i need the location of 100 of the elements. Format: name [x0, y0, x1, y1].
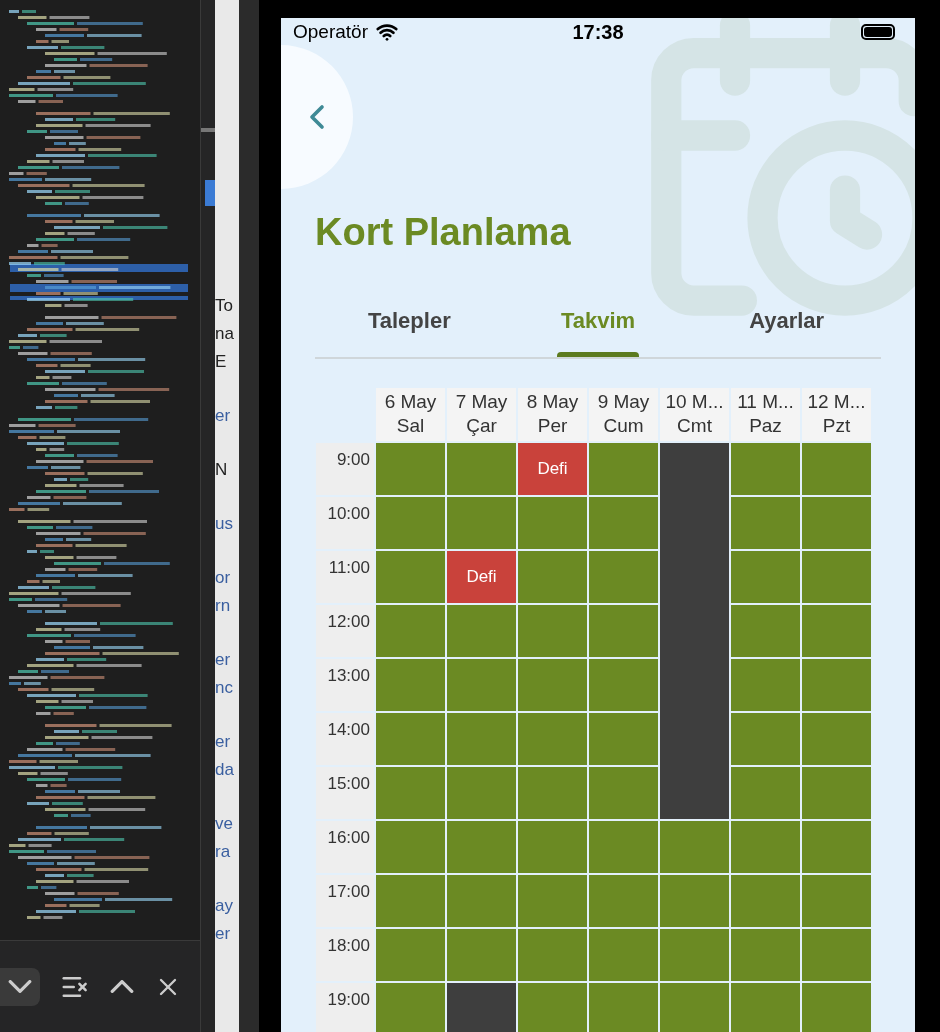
available-slot[interactable] [731, 982, 800, 1032]
available-slot[interactable] [518, 874, 587, 927]
page-text: or [215, 567, 232, 589]
available-slot[interactable] [589, 658, 658, 711]
available-slot[interactable] [660, 982, 729, 1032]
day-date: 11 M... [737, 390, 794, 414]
chevron-up-button[interactable] [110, 980, 134, 993]
available-slot[interactable] [802, 442, 871, 495]
time-label: 15:00 [316, 766, 374, 819]
available-slot[interactable] [589, 928, 658, 981]
available-slot[interactable] [447, 442, 516, 495]
booked-slot[interactable]: Defi [447, 550, 516, 603]
available-slot[interactable] [518, 712, 587, 765]
available-slot[interactable] [518, 550, 587, 603]
day-header[interactable]: 12 M... Pzt [802, 387, 871, 441]
available-slot[interactable] [376, 550, 445, 603]
available-slot[interactable] [731, 658, 800, 711]
available-slot[interactable] [589, 550, 658, 603]
page-text: da [215, 759, 235, 781]
carrier-name: Operatör [293, 20, 368, 44]
day-date: 8 May [526, 390, 579, 414]
available-slot[interactable] [802, 496, 871, 549]
available-slot[interactable] [802, 928, 871, 981]
available-slot[interactable] [376, 442, 445, 495]
available-slot[interactable] [802, 874, 871, 927]
available-slot[interactable] [447, 820, 516, 873]
available-slot[interactable] [660, 874, 729, 927]
available-slot[interactable] [589, 442, 658, 495]
available-slot[interactable] [731, 874, 800, 927]
available-slot[interactable] [589, 766, 658, 819]
available-slot[interactable] [518, 658, 587, 711]
available-slot[interactable] [376, 658, 445, 711]
available-slot[interactable] [376, 604, 445, 657]
page-text: ay [215, 895, 234, 917]
available-slot[interactable] [802, 712, 871, 765]
day-header[interactable]: 8 May Per [518, 387, 587, 441]
available-slot[interactable] [589, 820, 658, 873]
day-weekday: Sal [396, 414, 425, 438]
available-slot[interactable] [589, 712, 658, 765]
available-slot[interactable] [447, 604, 516, 657]
available-slot[interactable] [802, 604, 871, 657]
available-slot[interactable] [518, 766, 587, 819]
available-slot[interactable] [376, 766, 445, 819]
available-slot[interactable] [802, 820, 871, 873]
available-slot[interactable] [376, 712, 445, 765]
available-slot[interactable] [589, 982, 658, 1032]
time-label: 18:00 [316, 928, 374, 981]
available-slot[interactable] [731, 604, 800, 657]
available-slot[interactable] [731, 766, 800, 819]
available-slot[interactable] [589, 496, 658, 549]
available-slot[interactable] [447, 712, 516, 765]
available-slot[interactable] [731, 496, 800, 549]
available-slot[interactable] [802, 766, 871, 819]
available-slot[interactable] [731, 712, 800, 765]
available-slot[interactable] [518, 496, 587, 549]
available-slot[interactable] [447, 658, 516, 711]
day-date: 10 M... [665, 390, 724, 414]
day-header[interactable]: 7 May Çar [447, 387, 516, 441]
page-text: er [215, 731, 232, 753]
available-slot[interactable] [731, 820, 800, 873]
day-header[interactable]: 10 M... Cmt [660, 387, 729, 441]
day-header[interactable]: 6 May Sal [376, 387, 445, 441]
available-slot[interactable] [447, 874, 516, 927]
page-text: er [215, 649, 232, 671]
available-slot[interactable] [518, 820, 587, 873]
available-slot[interactable] [376, 928, 445, 981]
available-slot[interactable] [376, 820, 445, 873]
page-text: er [215, 923, 232, 945]
available-slot[interactable] [447, 766, 516, 819]
available-slot[interactable] [802, 982, 871, 1032]
available-slot[interactable] [589, 874, 658, 927]
time-label: 13:00 [316, 658, 374, 711]
available-slot[interactable] [731, 442, 800, 495]
page-text: er [215, 405, 232, 427]
day-weekday: Cmt [677, 414, 712, 438]
available-slot[interactable] [802, 550, 871, 603]
available-slot[interactable] [731, 550, 800, 603]
booked-slot[interactable]: Defi [518, 442, 587, 495]
day-header[interactable]: 11 M... Paz [731, 387, 800, 441]
tab[interactable]: Ayarlar [692, 296, 881, 357]
available-slot[interactable] [376, 982, 445, 1032]
available-slot[interactable] [660, 820, 729, 873]
available-slot[interactable] [447, 928, 516, 981]
available-slot[interactable] [447, 496, 516, 549]
available-slot[interactable] [518, 982, 587, 1032]
editor-scrollbar[interactable] [200, 0, 215, 1032]
available-slot[interactable] [518, 604, 587, 657]
available-slot[interactable] [660, 928, 729, 981]
available-slot[interactable] [731, 928, 800, 981]
time-label: 16:00 [316, 820, 374, 873]
available-slot[interactable] [518, 928, 587, 981]
available-slot[interactable] [376, 874, 445, 927]
time-label: 14:00 [316, 712, 374, 765]
available-slot[interactable] [802, 658, 871, 711]
day-header[interactable]: 9 May Cum [589, 387, 658, 441]
page-text: us [215, 513, 234, 535]
tab[interactable]: Talepler [315, 296, 504, 357]
chevron-down-button[interactable] [0, 967, 40, 1006]
available-slot[interactable] [376, 496, 445, 549]
available-slot[interactable] [589, 604, 658, 657]
